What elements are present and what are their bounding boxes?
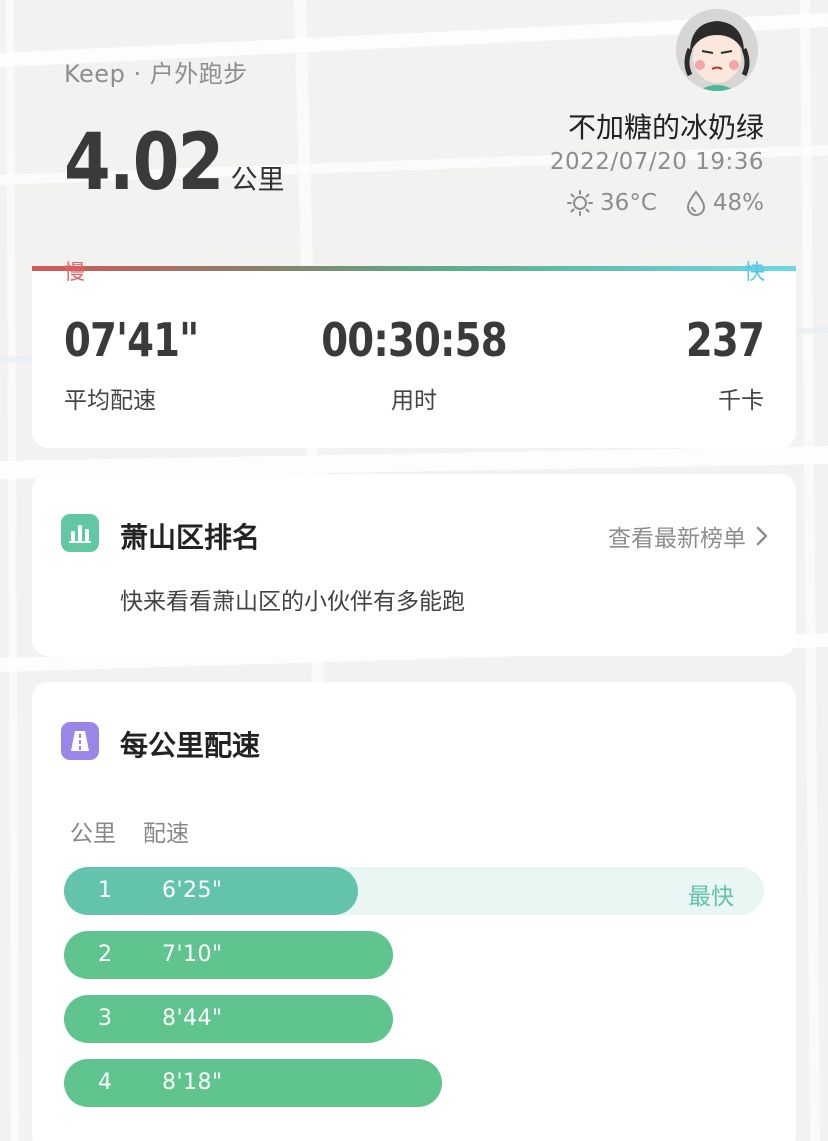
pace-row-pace: 8'18" xyxy=(162,1070,223,1095)
pace-row-pace: 8'44" xyxy=(162,1006,223,1031)
pace-row-km: 4 xyxy=(98,1070,112,1095)
chevron-right-icon xyxy=(756,526,768,546)
pace-row-km: 3 xyxy=(98,1006,112,1031)
distance-value: 4.02 xyxy=(64,118,224,208)
username: 不加糖的冰奶绿 xyxy=(567,111,764,144)
ranking-description: 快来看看萧山区的小伙伴有多能跑 xyxy=(120,589,465,615)
avatar[interactable] xyxy=(676,9,758,91)
pace-row-pace: 7'10" xyxy=(162,942,223,967)
sun-icon xyxy=(567,190,594,216)
run-datetime: 2022/07/20 19:36 xyxy=(549,149,764,175)
pace-bar-fill xyxy=(64,995,393,1043)
humidity-drop-icon xyxy=(686,190,705,216)
pace-bar-fill xyxy=(64,1059,442,1107)
humidity: 48% xyxy=(712,190,764,216)
ranking-title: 萧山区排名 xyxy=(120,521,261,554)
fastest-badge: 最快 xyxy=(688,884,734,910)
ranking-card[interactable]: 萧山区排名 查看最新榜单 快来看看萧山区的小伙伴有多能跑 xyxy=(32,474,796,656)
stats-card: 07'41" 平均配速 00:30:58 用时 237 千卡 xyxy=(32,271,796,448)
pace-scale-fast-label: 快 xyxy=(744,260,765,284)
distance-unit: 公里 xyxy=(230,165,285,196)
calories-value: 237 xyxy=(685,313,765,367)
pace-row: 4 8'18" xyxy=(64,1059,764,1107)
duration-value: 00:30:58 xyxy=(321,313,507,367)
stat-calories: 237 千卡 xyxy=(671,313,765,415)
weather-info: 36°C 48% xyxy=(566,189,764,217)
activity-source: Keep · 户外跑步 xyxy=(64,60,248,88)
temperature: 36°C xyxy=(600,190,657,216)
view-leaderboard-link[interactable]: 查看最新榜单 xyxy=(608,519,768,553)
pace-row-km: 1 xyxy=(98,878,112,903)
calories-label: 千卡 xyxy=(718,388,764,414)
distance-display: 4.02 公里 xyxy=(64,118,284,208)
pace-row-km: 2 xyxy=(98,942,112,967)
pace-row-pace: 6'25" xyxy=(162,878,223,903)
pace-bar-fill xyxy=(64,931,393,979)
column-header-pace: 配速 xyxy=(143,821,189,847)
pace-row: 3 8'44" xyxy=(64,995,764,1043)
pace-gradient-bar xyxy=(32,266,796,271)
view-leaderboard-label: 查看最新榜单 xyxy=(608,526,746,552)
pace-row: 2 7'10" xyxy=(64,931,764,979)
pace-per-km-title: 每公里配速 xyxy=(120,729,261,762)
column-header-km: 公里 xyxy=(70,821,116,847)
road-icon xyxy=(61,722,99,760)
pace-per-km-card: 每公里配速 公里 配速 1 6'25" 最快 2 7'10" 3 8'44" 4 8'18" xyxy=(32,682,796,1141)
run-summary-header: Keep · 户外跑步 4.02 公里 不加糖的冰奶绿 2022/07/20 1… xyxy=(0,0,828,270)
avatar-illustration xyxy=(676,9,758,91)
pace-row: 1 6'25" 最快 xyxy=(64,867,764,915)
pace-scale-slow-label: 慢 xyxy=(64,260,85,284)
ranking-chart-icon xyxy=(61,514,99,552)
